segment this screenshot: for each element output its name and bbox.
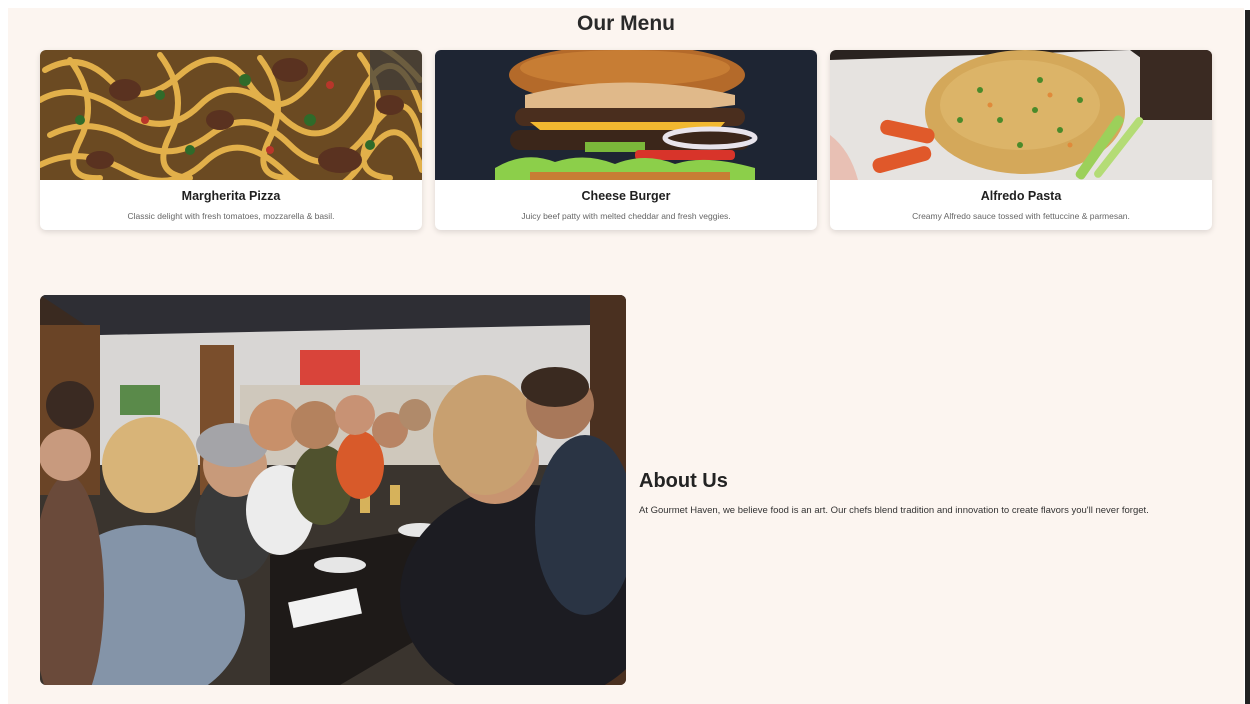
menu-item-name: Margherita Pizza: [181, 189, 281, 203]
menu-card-alfredo-pasta[interactable]: Alfredo Pasta Creamy Alfredo sauce tosse…: [830, 50, 1212, 230]
about-restaurant-image: [40, 295, 626, 685]
page-content: Our Menu Margherita Pizza Classic deligh…: [8, 8, 1244, 704]
menu-item-description: Juicy beef patty with melted cheddar and…: [521, 211, 731, 221]
browser-top-strip: [0, 0, 1244, 8]
menu-card-cheese-burger[interactable]: Cheese Burger Juicy beef patty with melt…: [435, 50, 817, 230]
about-description: At Gourmet Haven, we believe food is an …: [639, 505, 1149, 516]
menu-item-name: Cheese Burger: [581, 189, 671, 203]
menu-item-name: Alfredo Pasta: [980, 189, 1062, 203]
about-section-title: About Us: [639, 470, 728, 492]
menu-item-image-burger: [435, 50, 817, 180]
menu-item-image-pasta: [40, 50, 422, 180]
menu-item-image-rice: [830, 50, 1212, 180]
menu-item-description: Creamy Alfredo sauce tossed with fettucc…: [912, 211, 1130, 221]
menu-section-title: Our Menu: [577, 12, 675, 35]
menu-card-margherita-pizza[interactable]: Margherita Pizza Classic delight with fr…: [40, 50, 422, 230]
menu-item-description: Classic delight with fresh tomatoes, moz…: [127, 211, 335, 221]
scrollbar-thumb[interactable]: [1245, 10, 1250, 704]
